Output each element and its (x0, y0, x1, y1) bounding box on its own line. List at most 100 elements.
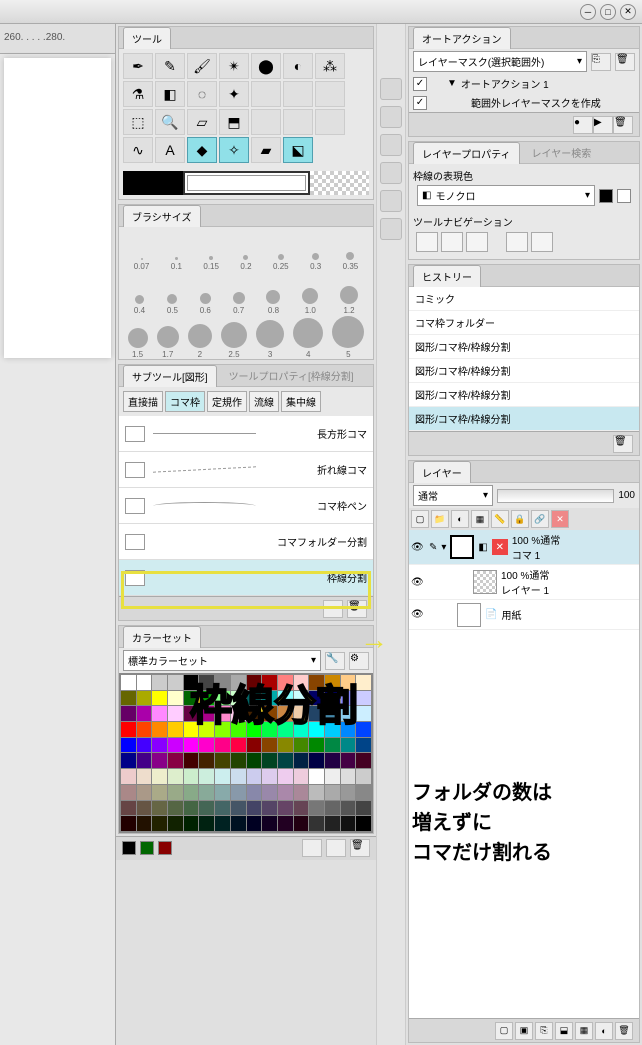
color-swatch[interactable] (262, 753, 277, 768)
color-swatch[interactable] (247, 706, 262, 721)
link-icon[interactable]: 🔗 (531, 510, 549, 528)
color-swatch[interactable] (262, 722, 277, 737)
color-swatch[interactable] (356, 706, 371, 721)
action-trash-icon[interactable]: 🗑 (613, 116, 633, 134)
color-swatch[interactable] (168, 675, 183, 690)
colorset-settings-icon[interactable]: 🔧 (325, 652, 345, 670)
color-swatch[interactable] (341, 769, 356, 784)
tool-tab[interactable]: ツール (123, 27, 171, 49)
footer-folder-icon[interactable]: ▣ (515, 1022, 533, 1040)
brush-preset[interactable]: 2.5 (221, 322, 247, 359)
line-edit-icon[interactable]: ∿ (123, 137, 153, 163)
nav-cursor-icon[interactable] (506, 232, 528, 252)
eyedropper-tool-icon[interactable]: ⚗ (123, 81, 153, 107)
layer-tab[interactable]: レイヤー (413, 461, 471, 483)
subtool-item-folder-split[interactable]: コマフォルダー分割 (119, 524, 373, 560)
color-swatch[interactable] (137, 691, 152, 706)
layer-row-frame[interactable]: 👁 ✎ ▾ ◧ ✕ 100 %通常コマ 1 (409, 530, 639, 565)
gradient-tool-icon[interactable]: ◧ (155, 81, 185, 107)
color-swatch[interactable] (199, 675, 214, 690)
color-swatch[interactable] (231, 769, 246, 784)
eraser-tool-icon[interactable]: ▱ (187, 109, 217, 135)
ruler-icon[interactable]: 📏 (491, 510, 509, 528)
colorset-tab[interactable]: カラーセット (123, 626, 201, 648)
color-swatch[interactable] (262, 675, 277, 690)
color-swatch[interactable] (247, 753, 262, 768)
color-swatch[interactable] (278, 753, 293, 768)
color-swatch[interactable] (168, 785, 183, 800)
color-swatches[interactable] (119, 673, 373, 833)
color-swatch[interactable] (356, 753, 371, 768)
color-swatch[interactable] (152, 769, 167, 784)
pen-tool-icon[interactable]: ✒ (123, 53, 153, 79)
color-swatch[interactable] (152, 675, 167, 690)
auto-action-tab[interactable]: オートアクション (413, 27, 511, 49)
color-swatch[interactable] (121, 675, 136, 690)
color-swatch[interactable] (168, 816, 183, 831)
brush-preset[interactable]: 4 (293, 318, 323, 359)
color-swatch[interactable] (294, 722, 309, 737)
color-swatch[interactable] (121, 738, 136, 753)
nav-merge-icon[interactable] (466, 232, 488, 252)
color-swatch[interactable] (262, 769, 277, 784)
color-swatch[interactable] (231, 675, 246, 690)
colorset-select[interactable]: 標準カラーセット▾ (123, 650, 321, 671)
color-swatch[interactable] (278, 738, 293, 753)
color-swatch[interactable] (137, 769, 152, 784)
subtool-focus[interactable]: 集中線 (281, 391, 321, 412)
brush-tool-icon[interactable]: 🖌 (187, 53, 217, 79)
visibility-icon[interactable]: 👁 (411, 577, 425, 588)
color-swatch[interactable] (294, 816, 309, 831)
lock-icon[interactable]: 🔒 (511, 510, 529, 528)
pencil-tool-icon[interactable]: ✎ (155, 53, 185, 79)
color-swatch[interactable] (294, 706, 309, 721)
auto-action-copy-icon[interactable]: ⎘ (591, 53, 611, 71)
nav-hand-icon[interactable] (531, 232, 553, 252)
color-swatch[interactable] (199, 785, 214, 800)
blend-tool-icon[interactable]: ◐ (283, 53, 313, 79)
color-bar[interactable] (123, 171, 369, 195)
color-swatch[interactable] (184, 722, 199, 737)
color-swatch[interactable] (325, 706, 340, 721)
subtool-item-rect[interactable]: 長方形コマ (119, 416, 373, 452)
color-swatch[interactable] (356, 816, 371, 831)
color-swatch[interactable] (121, 816, 136, 831)
color-swatch[interactable] (184, 801, 199, 816)
color-swatch[interactable] (325, 675, 340, 690)
color-swatch[interactable] (247, 722, 262, 737)
color-swatch[interactable] (309, 785, 324, 800)
color-swatch[interactable] (278, 816, 293, 831)
spray-tool-icon[interactable]: ⁂ (315, 53, 345, 79)
fill-tool-icon[interactable]: ⬤ (251, 53, 281, 79)
color-swatch[interactable] (168, 753, 183, 768)
color-swatch[interactable] (341, 722, 356, 737)
color-swatch[interactable] (199, 816, 214, 831)
brush-preset[interactable]: 5 (332, 316, 364, 359)
color-swatch[interactable] (121, 769, 136, 784)
color-swatch[interactable] (152, 722, 167, 737)
color-swatch[interactable] (121, 801, 136, 816)
lasso-tool-icon[interactable]: ◌ (187, 81, 217, 107)
nav-history-icon[interactable] (380, 190, 402, 212)
color-swatch[interactable] (278, 722, 293, 737)
perspective-tool-icon[interactable]: ⬕ (283, 137, 313, 163)
brush-preset[interactable]: 1.7 (157, 326, 179, 359)
close-button[interactable]: ✕ (620, 4, 636, 20)
history-item[interactable]: 図形/コマ枠/枠線分割 (409, 383, 639, 407)
hand-tool-icon[interactable] (315, 81, 345, 107)
transparent-color[interactable] (310, 171, 370, 195)
history-item[interactable]: 図形/コマ枠/枠線分割 (409, 407, 639, 431)
brush-preset[interactable]: 1.2 (340, 286, 358, 315)
color-swatch[interactable] (294, 801, 309, 816)
nav-layer-icon[interactable] (380, 106, 402, 128)
white-swatch[interactable] (617, 189, 631, 203)
bg-color[interactable] (187, 175, 306, 191)
play-icon[interactable]: ▶ (593, 116, 613, 134)
color-swatch[interactable] (215, 675, 230, 690)
checkbox[interactable]: ✓ (413, 77, 427, 91)
footer-black[interactable] (122, 841, 136, 855)
opacity-slider[interactable] (497, 489, 614, 503)
brush-preset[interactable]: 0.6 (200, 293, 211, 315)
color-swatch[interactable] (247, 785, 262, 800)
color-swatch[interactable] (309, 753, 324, 768)
